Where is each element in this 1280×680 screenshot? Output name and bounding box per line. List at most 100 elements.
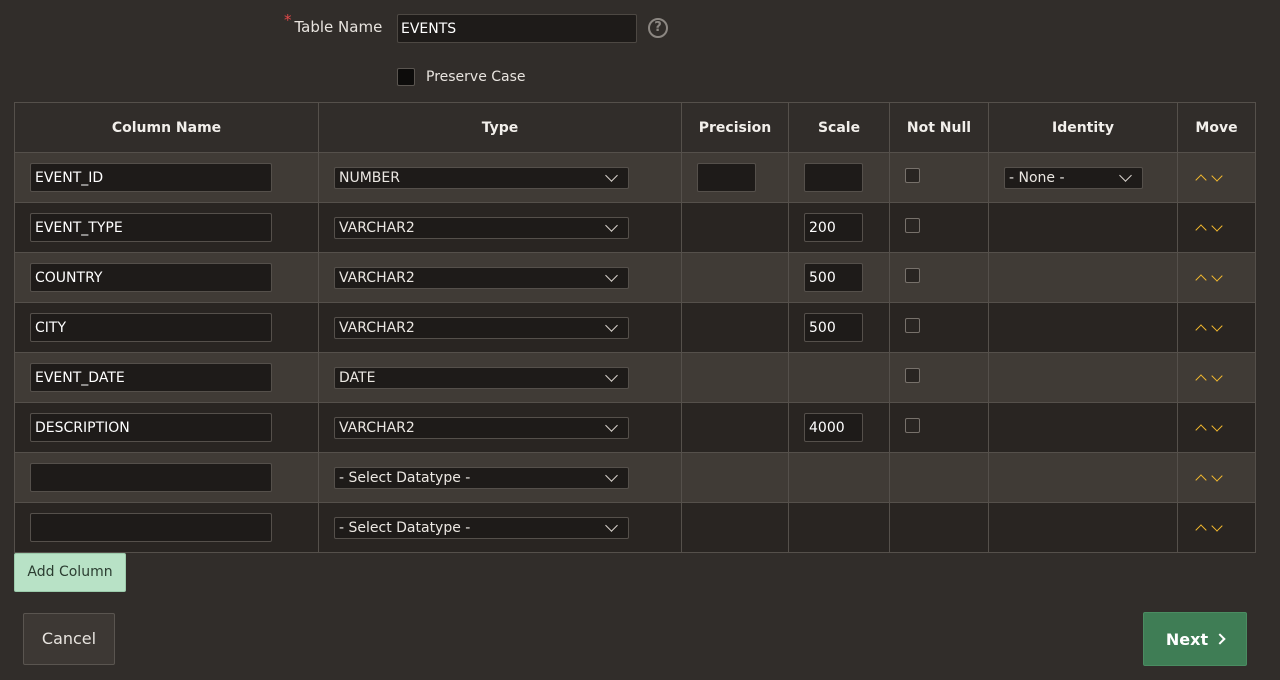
move-controls xyxy=(1195,369,1255,386)
move-down-icon[interactable] xyxy=(1211,369,1223,382)
move-down-icon[interactable] xyxy=(1211,269,1223,282)
cell-move xyxy=(1177,402,1256,453)
scale-input[interactable] xyxy=(804,313,863,342)
not-null-checkbox[interactable] xyxy=(905,418,920,433)
move-up-icon[interactable] xyxy=(1195,223,1207,236)
column-name-input[interactable] xyxy=(30,263,272,292)
table-name-label-text: Table Name xyxy=(294,18,383,36)
cell-not-null xyxy=(889,202,989,253)
move-down-icon[interactable] xyxy=(1211,469,1223,482)
chevron-down-icon xyxy=(605,318,618,332)
cell-identity xyxy=(988,352,1178,403)
move-up-icon[interactable] xyxy=(1195,273,1207,286)
cell-scale xyxy=(788,202,890,253)
next-button-label: Next xyxy=(1165,629,1209,649)
type-select[interactable]: VARCHAR2 xyxy=(334,216,629,239)
cell-column-name xyxy=(14,202,319,253)
cell-type: - Select Datatype - xyxy=(318,452,682,503)
type-select-value: VARCHAR2 xyxy=(339,219,415,236)
cell-not-null xyxy=(889,252,989,303)
column-name-input[interactable] xyxy=(30,513,272,542)
type-select[interactable]: VARCHAR2 xyxy=(334,416,629,439)
cell-column-name xyxy=(14,252,319,303)
table-row: VARCHAR2 xyxy=(14,402,1256,453)
type-select-value: VARCHAR2 xyxy=(339,319,415,336)
move-up-icon[interactable] xyxy=(1195,173,1207,186)
chevron-down-icon xyxy=(605,268,618,282)
cell-scale xyxy=(788,352,890,403)
next-button[interactable]: Next xyxy=(1143,612,1247,666)
scale-input[interactable] xyxy=(804,213,863,242)
cell-column-name xyxy=(14,452,319,503)
type-select[interactable]: DATE xyxy=(334,366,629,389)
cell-column-name xyxy=(14,152,319,203)
cell-move xyxy=(1177,452,1256,503)
move-up-icon[interactable] xyxy=(1195,373,1207,386)
cell-not-null xyxy=(889,152,989,203)
cancel-button[interactable]: Cancel xyxy=(23,613,115,665)
precision-input[interactable] xyxy=(697,163,756,192)
table-name-input[interactable] xyxy=(397,14,637,43)
identity-select[interactable]: - None - xyxy=(1004,166,1143,189)
move-up-icon[interactable] xyxy=(1195,423,1207,436)
column-name-input[interactable] xyxy=(30,463,272,492)
move-controls xyxy=(1195,419,1255,436)
move-down-icon[interactable] xyxy=(1211,519,1223,532)
not-null-checkbox[interactable] xyxy=(905,268,920,283)
header-move: Move xyxy=(1177,102,1256,153)
table-row: VARCHAR2 xyxy=(14,302,1256,353)
add-column-button[interactable]: Add Column xyxy=(14,553,126,592)
type-select[interactable]: - Select Datatype - xyxy=(334,516,629,539)
move-down-icon[interactable] xyxy=(1211,169,1223,182)
cell-not-null xyxy=(889,402,989,453)
move-up-icon[interactable] xyxy=(1195,473,1207,486)
not-null-checkbox[interactable] xyxy=(905,368,920,383)
move-up-icon[interactable] xyxy=(1195,523,1207,536)
type-select-value: NUMBER xyxy=(339,169,400,186)
cell-precision xyxy=(681,302,789,353)
chevron-down-icon xyxy=(605,168,618,182)
cell-type: VARCHAR2 xyxy=(318,252,682,303)
type-select-value: DATE xyxy=(339,369,376,386)
not-null-checkbox[interactable] xyxy=(905,168,920,183)
cell-scale xyxy=(788,502,890,553)
scale-input[interactable] xyxy=(804,163,863,192)
table-row: - Select Datatype - xyxy=(14,502,1256,553)
cell-type: - Select Datatype - xyxy=(318,502,682,553)
move-up-icon[interactable] xyxy=(1195,323,1207,336)
type-select-value: - Select Datatype - xyxy=(339,519,471,536)
cell-move xyxy=(1177,252,1256,303)
scale-input[interactable] xyxy=(804,413,863,442)
header-column-name: Column Name xyxy=(14,102,319,153)
move-down-icon[interactable] xyxy=(1211,319,1223,332)
not-null-checkbox[interactable] xyxy=(905,318,920,333)
cell-move xyxy=(1177,152,1256,203)
columns-table: Column Name Type Precision Scale Not Nul… xyxy=(14,102,1256,553)
move-down-icon[interactable] xyxy=(1211,219,1223,232)
column-name-input[interactable] xyxy=(30,163,272,192)
chevron-down-icon xyxy=(1119,168,1132,182)
cell-not-null xyxy=(889,452,989,503)
not-null-checkbox[interactable] xyxy=(905,218,920,233)
type-select[interactable]: - Select Datatype - xyxy=(334,466,629,489)
type-select[interactable]: VARCHAR2 xyxy=(334,266,629,289)
cell-identity xyxy=(988,202,1178,253)
type-select[interactable]: VARCHAR2 xyxy=(334,316,629,339)
column-name-input[interactable] xyxy=(30,363,272,392)
type-select[interactable]: NUMBER xyxy=(334,166,629,189)
move-down-icon[interactable] xyxy=(1211,419,1223,432)
header-not-null: Not Null xyxy=(889,102,989,153)
type-select-value: VARCHAR2 xyxy=(339,419,415,436)
move-controls xyxy=(1195,519,1255,536)
column-name-input[interactable] xyxy=(30,213,272,242)
column-name-input[interactable] xyxy=(30,413,272,442)
cell-scale xyxy=(788,402,890,453)
cell-type: DATE xyxy=(318,352,682,403)
preserve-case-checkbox[interactable] xyxy=(397,68,415,86)
column-name-input[interactable] xyxy=(30,313,272,342)
type-select-value: - Select Datatype - xyxy=(339,469,471,486)
scale-input[interactable] xyxy=(804,263,863,292)
help-icon[interactable]: ? xyxy=(648,18,668,38)
cell-precision xyxy=(681,352,789,403)
header-identity: Identity xyxy=(988,102,1178,153)
